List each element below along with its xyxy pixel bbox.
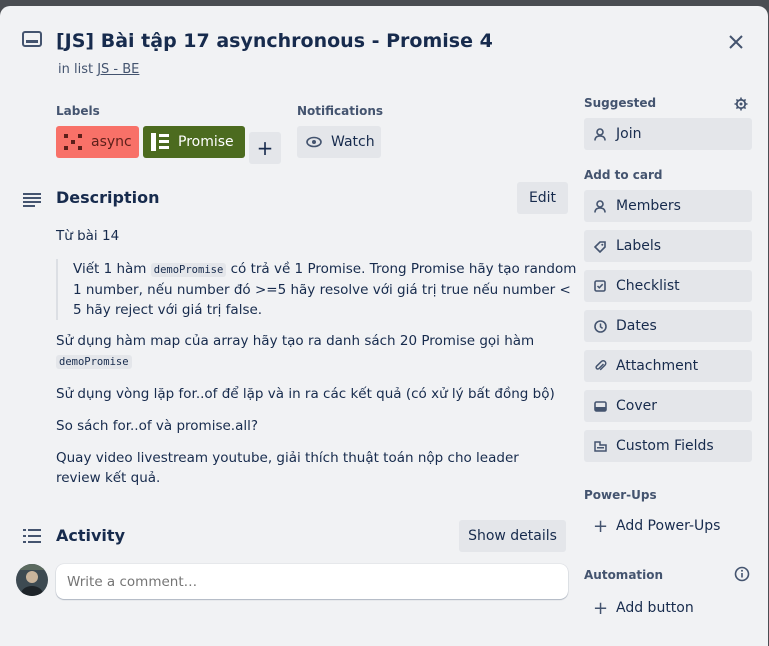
comment-input[interactable]: [56, 564, 568, 599]
quote-code: demoPromise: [150, 263, 227, 277]
automation-info-button[interactable]: [734, 566, 750, 582]
close-icon: [729, 35, 743, 49]
gear-icon: [734, 97, 748, 111]
clock-icon: [593, 319, 607, 333]
description-paragraph-2: Sử dụng hàm map của array hãy tạo ra dan…: [56, 331, 561, 372]
info-icon: [734, 566, 750, 582]
card-title[interactable]: [JS] Bài tập 17 asynchronous - Promise 4: [56, 30, 493, 52]
card-icon: [22, 31, 42, 51]
members-label: Members: [616, 198, 681, 214]
checklist-icon: [593, 279, 607, 293]
description-paragraph-4: So sách for..of và promise.all?: [56, 418, 259, 434]
attachment-button[interactable]: Attachment: [584, 350, 752, 382]
quote-text-pre: Viết 1 hàm: [73, 261, 147, 277]
show-details-button[interactable]: Show details: [459, 520, 566, 552]
avatar[interactable]: [16, 564, 48, 596]
members-button[interactable]: Members: [584, 190, 752, 222]
dates-button[interactable]: Dates: [584, 310, 752, 342]
suggested-heading: Suggested: [584, 96, 657, 110]
description-heading: Description: [56, 188, 160, 207]
add-to-card-heading: Add to card: [584, 168, 663, 182]
add-button-label: Add button: [616, 600, 694, 616]
p2-code: demoPromise: [56, 355, 132, 369]
watch-label: Watch: [331, 134, 375, 150]
label-async-text: async: [91, 134, 132, 150]
description-paragraph-1: Từ bài 14: [56, 228, 120, 244]
list-link[interactable]: JS - BE: [97, 62, 139, 77]
notifications-heading: Notifications: [297, 104, 384, 118]
join-label: Join: [616, 126, 642, 142]
promise-pattern-icon: [148, 130, 172, 154]
cover-button[interactable]: Cover: [584, 390, 752, 422]
tag-icon: [593, 239, 607, 253]
checklist-label: Checklist: [616, 278, 680, 294]
label-async[interactable]: async: [56, 126, 139, 158]
add-power-ups-button[interactable]: + Add Power-Ups: [584, 510, 720, 542]
automation-heading: Automation: [584, 568, 664, 582]
person-icon: [593, 199, 607, 213]
add-label-button[interactable]: +: [249, 132, 281, 164]
power-ups-heading: Power-Ups: [584, 488, 657, 502]
labels-heading: Labels: [56, 104, 100, 118]
in-list-prefix: in list: [58, 62, 94, 77]
activity-heading: Activity: [56, 526, 125, 545]
paperclip-icon: [593, 359, 607, 373]
watch-button[interactable]: Watch: [297, 126, 381, 158]
attachment-label: Attachment: [616, 358, 699, 374]
in-list-line: in list JS - BE: [58, 62, 139, 77]
plus-icon: +: [593, 597, 609, 619]
label-promise-text: Promise: [178, 134, 234, 150]
edit-description-button[interactable]: Edit: [517, 182, 568, 214]
custom-fields-label: Custom Fields: [616, 438, 714, 454]
description-icon: [22, 192, 42, 212]
add-power-ups-label: Add Power-Ups: [616, 518, 721, 534]
person-icon: [593, 127, 607, 141]
activity-icon: [22, 528, 42, 548]
labels-button[interactable]: Labels: [584, 230, 752, 262]
add-button-button[interactable]: + Add button: [584, 592, 694, 624]
eye-icon: [306, 136, 322, 148]
label-promise[interactable]: Promise: [143, 126, 245, 158]
cover-icon: [593, 399, 607, 413]
description-paragraph-3: Sử dụng vòng lặp for..of để lặp và in ra…: [56, 386, 555, 402]
dates-label: Dates: [616, 318, 657, 334]
custom-fields-button[interactable]: Custom Fields: [584, 430, 752, 462]
cover-label: Cover: [616, 398, 657, 414]
suggested-settings-button[interactable]: [732, 95, 750, 113]
p2-text: Sử dụng hàm map của array hãy tạo ra dan…: [56, 333, 535, 349]
async-pattern-icon: [61, 130, 85, 154]
join-button[interactable]: Join: [584, 118, 752, 150]
custom-fields-icon: [593, 439, 607, 453]
quote-text-post: có trả về 1 Promise. Trong Promise hãy t…: [73, 261, 577, 318]
plus-icon: +: [593, 515, 609, 537]
description-quote: Viết 1 hàm demoPromise có trả về 1 Promi…: [56, 259, 578, 320]
card-detail-modal: [JS] Bài tập 17 asynchronous - Promise 4…: [0, 6, 768, 646]
description-paragraph-5: Quay video livestream youtube, giải thíc…: [56, 450, 519, 486]
close-button[interactable]: [724, 30, 748, 54]
labels-label: Labels: [616, 238, 662, 254]
checklist-button[interactable]: Checklist: [584, 270, 752, 302]
